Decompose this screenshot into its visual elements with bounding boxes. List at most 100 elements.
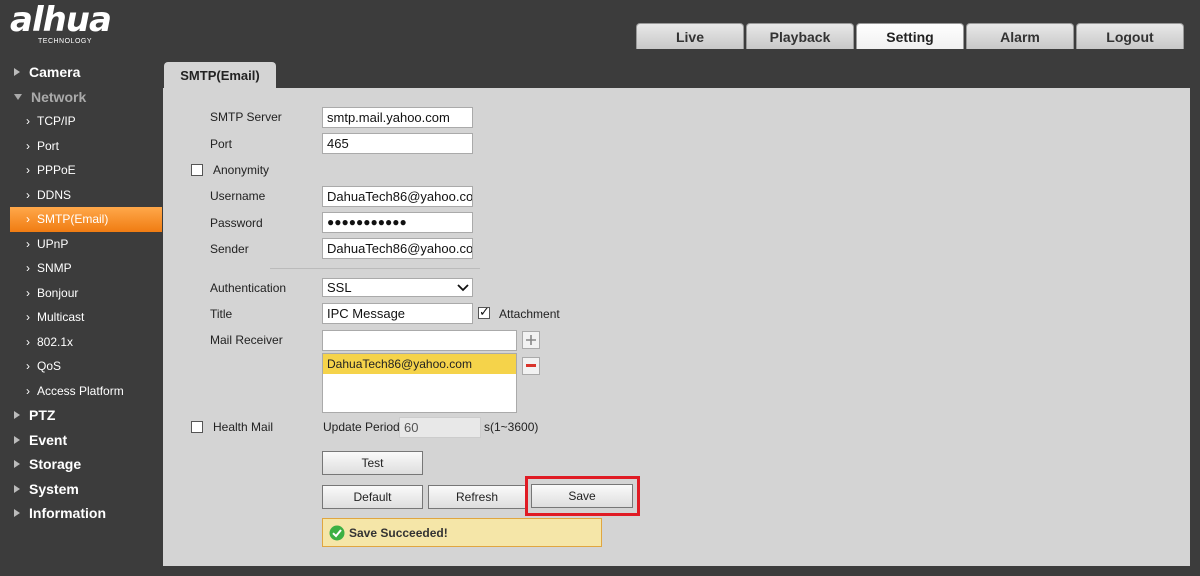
chevron-right-icon: › xyxy=(26,359,30,374)
anonymity-checkbox[interactable] xyxy=(191,164,203,176)
minus-icon xyxy=(526,364,536,367)
health-mail-checkbox[interactable] xyxy=(191,421,203,433)
nav-logout[interactable]: Logout xyxy=(1076,23,1184,49)
sidebar-item-pppoe[interactable]: › PPPoE xyxy=(0,158,162,183)
sidebar-item-label: QoS xyxy=(37,359,62,374)
chevron-down-icon xyxy=(457,284,469,292)
chevron-right-icon: › xyxy=(26,187,30,202)
chevron-right-icon: › xyxy=(26,114,30,129)
header: alhua TECHNOLOGY Live Playback Setting A… xyxy=(0,0,1200,50)
smtp-server-label: SMTP Server xyxy=(210,110,282,124)
sidebar-item-system[interactable]: System xyxy=(0,477,162,502)
sidebar-item-label: Event xyxy=(29,431,68,448)
sidebar-item-upnp[interactable]: › UPnP xyxy=(0,232,162,257)
port-input[interactable]: 465 xyxy=(322,133,473,154)
caret-right-icon xyxy=(14,509,20,518)
sidebar-item-access-platform[interactable]: › Access Platform xyxy=(0,379,162,404)
sidebar-item-label: Bonjour xyxy=(37,285,79,300)
sidebar-item-ddns[interactable]: › DDNS xyxy=(0,183,162,208)
sidebar-item-label: Information xyxy=(29,505,106,522)
sidebar-item-label: SNMP xyxy=(37,261,72,276)
username-label: Username xyxy=(210,189,266,203)
chevron-right-icon: › xyxy=(26,310,30,325)
sidebar-item-tcpip[interactable]: › TCP/IP xyxy=(0,109,162,134)
password-input[interactable]: ●●●●●●●●●●● xyxy=(322,212,473,233)
nav-live[interactable]: Live xyxy=(636,23,744,49)
chevron-right-icon: › xyxy=(26,212,30,227)
sidebar-item-camera[interactable]: Camera xyxy=(0,60,162,85)
save-status-message: Save Succeeded! xyxy=(322,518,602,547)
sidebar-item-label: TCP/IP xyxy=(37,114,76,129)
chevron-right-icon: › xyxy=(26,285,30,300)
authentication-select[interactable]: SSL xyxy=(322,278,473,297)
update-period-label: Update Period xyxy=(323,420,400,434)
sidebar-item-bonjour[interactable]: › Bonjour xyxy=(0,281,162,306)
sidebar-item-storage[interactable]: Storage xyxy=(0,452,162,477)
sidebar-item-label: 802.1x xyxy=(37,334,74,349)
sidebar-item-label: DDNS xyxy=(37,187,72,202)
title-label: Title xyxy=(210,307,233,321)
sidebar-item-network[interactable]: Network xyxy=(0,85,162,110)
update-period-input[interactable]: 60 xyxy=(399,417,481,438)
attachment-checkbox[interactable] xyxy=(478,304,490,320)
test-button[interactable]: Test xyxy=(322,451,423,475)
tab-smtp-email[interactable]: SMTP(Email) xyxy=(164,62,276,88)
chevron-right-icon: › xyxy=(26,138,30,153)
remove-receiver-button[interactable] xyxy=(522,357,540,375)
add-receiver-button[interactable] xyxy=(522,331,540,349)
sidebar-item-label: System xyxy=(29,480,79,497)
chevron-right-icon: › xyxy=(26,163,30,178)
sidebar-item-ptz[interactable]: PTZ xyxy=(0,403,162,428)
brand-logo-text: alhua xyxy=(10,0,112,40)
chevron-right-icon: › xyxy=(26,334,30,349)
default-button[interactable]: Default xyxy=(322,485,423,509)
sidebar-item-label: SMTP(Email) xyxy=(37,212,109,227)
mail-receiver-label: Mail Receiver xyxy=(210,333,283,347)
anonymity-label: Anonymity xyxy=(213,163,270,177)
nav-playback[interactable]: Playback xyxy=(746,23,854,49)
sidebar-item-label: Port xyxy=(37,138,60,153)
sidebar-item-smtp-email[interactable]: › SMTP(Email) xyxy=(10,207,162,232)
caret-right-icon xyxy=(14,411,20,420)
sender-label: Sender xyxy=(210,242,249,256)
smtp-settings-panel: SMTP Server smtp.mail.yahoo.com Port 465… xyxy=(163,88,1190,566)
sidebar-item-event[interactable]: Event xyxy=(0,428,162,453)
authentication-label: Authentication xyxy=(210,281,287,295)
caret-right-icon xyxy=(14,68,20,77)
sidebar-item-label: PTZ xyxy=(29,407,56,424)
sidebar-item-information[interactable]: Information xyxy=(0,501,162,526)
save-button[interactable]: Save xyxy=(531,484,633,508)
port-label: Port xyxy=(210,137,233,151)
nav-setting[interactable]: Setting xyxy=(856,23,964,49)
sidebar-item-label: Storage xyxy=(29,456,82,473)
mail-receiver-list: DahuaTech86@yahoo.com xyxy=(322,353,517,413)
sidebar-item-multicast[interactable]: › Multicast xyxy=(0,305,162,330)
title-input[interactable]: IPC Message xyxy=(322,303,473,324)
authentication-value: SSL xyxy=(327,280,352,295)
sidebar-item-snmp[interactable]: › SNMP xyxy=(0,256,162,281)
refresh-button[interactable]: Refresh xyxy=(428,485,526,509)
smtp-server-input[interactable]: smtp.mail.yahoo.com xyxy=(322,107,473,128)
sidebar-item-port[interactable]: › Port xyxy=(0,134,162,159)
chevron-right-icon: › xyxy=(26,236,30,251)
top-navigation: Live Playback Setting Alarm Logout xyxy=(636,23,1184,49)
mail-receiver-input[interactable] xyxy=(322,330,517,351)
update-period-range: s(1~3600) xyxy=(484,420,539,434)
sidebar-item-label: Network xyxy=(31,88,87,105)
sidebar-item-label: Multicast xyxy=(37,310,85,325)
nav-alarm[interactable]: Alarm xyxy=(966,23,1074,49)
list-item[interactable]: DahuaTech86@yahoo.com xyxy=(323,354,516,374)
sidebar-item-qos[interactable]: › QoS xyxy=(0,354,162,379)
chevron-right-icon: › xyxy=(26,383,30,398)
sidebar-item-label: Camera xyxy=(29,64,81,81)
chevron-right-icon: › xyxy=(26,261,30,276)
caret-right-icon xyxy=(14,435,20,444)
username-input[interactable]: DahuaTech86@yahoo.com xyxy=(322,186,473,207)
sidebar-item-label: PPPoE xyxy=(37,163,76,178)
sidebar-item-8021x[interactable]: › 802.1x xyxy=(0,330,162,355)
sender-input[interactable]: DahuaTech86@yahoo.com xyxy=(322,238,473,259)
brand-sub-text: TECHNOLOGY xyxy=(38,38,93,45)
sidebar-item-label: UPnP xyxy=(37,236,69,251)
sidebar-item-label: Access Platform xyxy=(37,383,124,398)
password-label: Password xyxy=(210,216,263,230)
